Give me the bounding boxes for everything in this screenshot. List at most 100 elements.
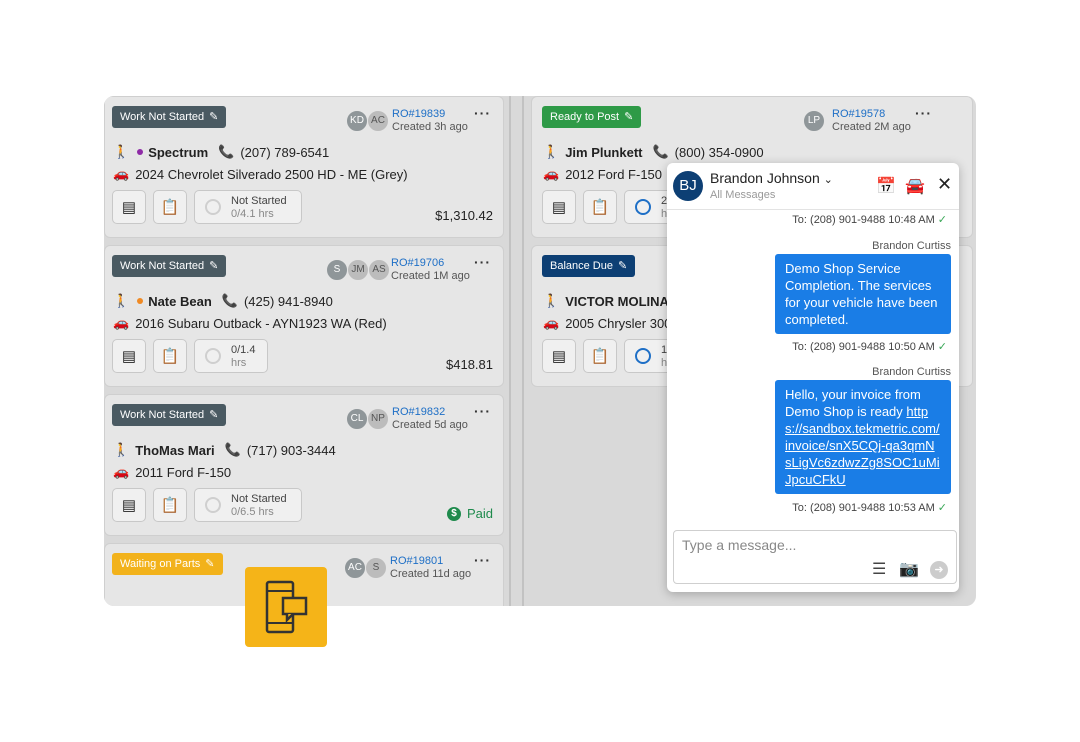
customer-name: ThoMas Mari [135,442,215,458]
car-icon: 🚗 [113,464,130,479]
amount: $418.81 [446,357,493,372]
progress-hours: 0/4.1 hrs [231,208,274,220]
phone-number[interactable]: (207) 789-6541 [240,145,329,160]
progress-ring-icon [635,199,651,215]
status-badge[interactable]: Waiting on Parts ✎ [112,553,223,575]
messaging-feature-badge [245,567,327,647]
calendar-icon[interactable]: 📅 [876,176,896,196]
clipboard-button[interactable]: 📋 [153,190,187,224]
avatar-group: KD AC [346,110,389,132]
amount: $1,310.42 [435,208,493,223]
template-list-icon[interactable]: ☰ [872,559,886,579]
repair-order-card[interactable]: Work Not Started ✎ S JM AS RO#19706 Creat… [104,245,504,387]
notes-button[interactable]: ▤ [542,190,576,224]
created-time: Created 2M ago [832,121,911,133]
customer-tag-dot [137,298,144,304]
ro-number-link[interactable]: RO#19832 [392,406,468,419]
contact-name[interactable]: Brandon Johnson ⌄ [710,170,833,186]
avatar-group: S JM AS [326,259,390,281]
vehicle-row: 🚗 2024 Chevrolet Silverado 2500 HD - ME … [113,166,408,182]
status-badge[interactable]: Work Not Started ✎ [112,106,227,128]
progress-ring-icon [205,348,221,364]
note-icon: ▤ [121,348,137,365]
clipboard-button[interactable]: 📋 [583,339,617,373]
clipboard-button[interactable]: 📋 [153,488,187,522]
avatar: S [365,557,387,579]
message-list[interactable]: To: (208) 901-9488 10:48 AM ✓ Brandon Cur… [667,209,959,527]
phone-number[interactable]: (717) 903-3444 [247,443,336,458]
ro-info: RO#19706 Created 1M ago [391,257,470,283]
phone-number[interactable]: (425) 941-8940 [244,294,333,309]
avatar-group: LP [803,110,825,132]
message-sender: Brandon Curtiss [872,366,951,378]
status-badge[interactable]: Ready to Post ✎ [542,106,642,128]
dollar-icon: $ [446,506,461,521]
progress-ring-icon [205,497,221,513]
clipboard-icon: 📋 [160,348,180,365]
car-icon[interactable]: 🚘 [905,176,925,196]
status-badge[interactable]: Work Not Started ✎ [112,255,227,277]
message-filter[interactable]: All Messages [710,189,775,201]
clipboard-icon: 📋 [160,199,180,216]
delivered-check-icon: ✓ [937,502,947,514]
chat-header: BJ Brandon Johnson ⌄ All Messages 📅 🚘 ✕ [667,163,959,210]
notes-button[interactable]: ▤ [542,339,576,373]
notes-button[interactable]: ▤ [112,190,146,224]
message-bubble: Hello, your invoice from Demo Shop is re… [775,380,951,494]
delivered-check-icon: ✓ [937,341,947,353]
status-badge[interactable]: Work Not Started ✎ [112,404,227,426]
message-meta: To: (208) 901-9488 10:48 AM ✓ [792,214,947,226]
note-icon: ▤ [121,497,137,514]
progress-title: 0/1.4 [231,344,256,356]
repair-order-card[interactable]: Work Not Started ✎ CL NP RO#19832 Created… [104,394,504,536]
close-icon[interactable]: ✕ [937,174,952,195]
created-time: Created 3h ago [392,121,468,133]
avatar: AS [368,259,390,281]
created-time: Created 1M ago [391,270,470,282]
status-badge[interactable]: Balance Due ✎ [542,255,636,277]
more-options-icon[interactable]: ··· [474,254,491,270]
edit-icon: ✎ [618,260,628,272]
edit-icon: ✎ [209,111,219,123]
delivered-check-icon: ✓ [937,214,947,226]
phone-icon: 📞 [218,144,235,159]
labor-progress[interactable]: 0/1.4 hrs [194,339,268,373]
phone-number[interactable]: (800) 354-0900 [675,145,764,160]
message-sender: Brandon Curtiss [872,240,951,252]
ro-info: RO#19578 Created 2M ago [832,108,911,134]
message-bubble: Demo Shop Service Completion. The servic… [775,254,951,334]
repair-order-card[interactable]: Work Not Started ✎ KD AC RO#19839 Created… [104,96,504,238]
more-options-icon[interactable]: ··· [474,403,491,419]
message-meta: To: (208) 901-9488 10:53 AM ✓ [792,502,947,514]
card-actions: ▤ 📋 Not Started 0/6.5 hrs [112,488,302,522]
send-button[interactable]: ➜ [930,561,948,579]
clipboard-button[interactable]: 📋 [583,190,617,224]
notes-button[interactable]: ▤ [112,339,146,373]
customer-name: Nate Bean [148,293,212,309]
edit-icon: ✎ [209,409,219,421]
ro-number-link[interactable]: RO#19839 [392,108,468,121]
customer-tag-dot [137,149,144,155]
more-options-icon[interactable]: ··· [474,105,491,121]
more-options-icon[interactable]: ··· [915,105,932,121]
clipboard-icon: 📋 [590,348,610,365]
customer-waiting-icon: 🚶 [543,144,560,159]
chevron-down-icon[interactable]: ⌄ [824,174,833,186]
customer-waiting-icon: 🚶 [113,293,130,308]
ro-info: RO#19832 Created 5d ago [392,406,468,432]
ro-info: RO#19839 Created 3h ago [392,108,468,134]
message-input[interactable]: Type a message... ☰ 📷 ➜ [673,530,957,584]
labor-progress[interactable]: Not Started 0/4.1 hrs [194,190,302,224]
notes-button[interactable]: ▤ [112,488,146,522]
camera-add-icon[interactable]: 📷 [899,559,919,579]
customer-row: 🚶 Jim Plunkett 📞 (800) 354-0900 [543,144,764,160]
ro-number-link[interactable]: RO#19801 [390,555,471,568]
edit-icon: ✎ [209,260,219,272]
vehicle-row: 🚗 2016 Subaru Outback - AYN1923 WA (Red) [113,315,387,331]
clipboard-button[interactable]: 📋 [153,339,187,373]
more-options-icon[interactable]: ··· [474,552,491,568]
paid-indicator: $ Paid [446,506,493,521]
ro-number-link[interactable]: RO#19578 [832,108,911,121]
ro-number-link[interactable]: RO#19706 [391,257,470,270]
labor-progress[interactable]: Not Started 0/6.5 hrs [194,488,302,522]
